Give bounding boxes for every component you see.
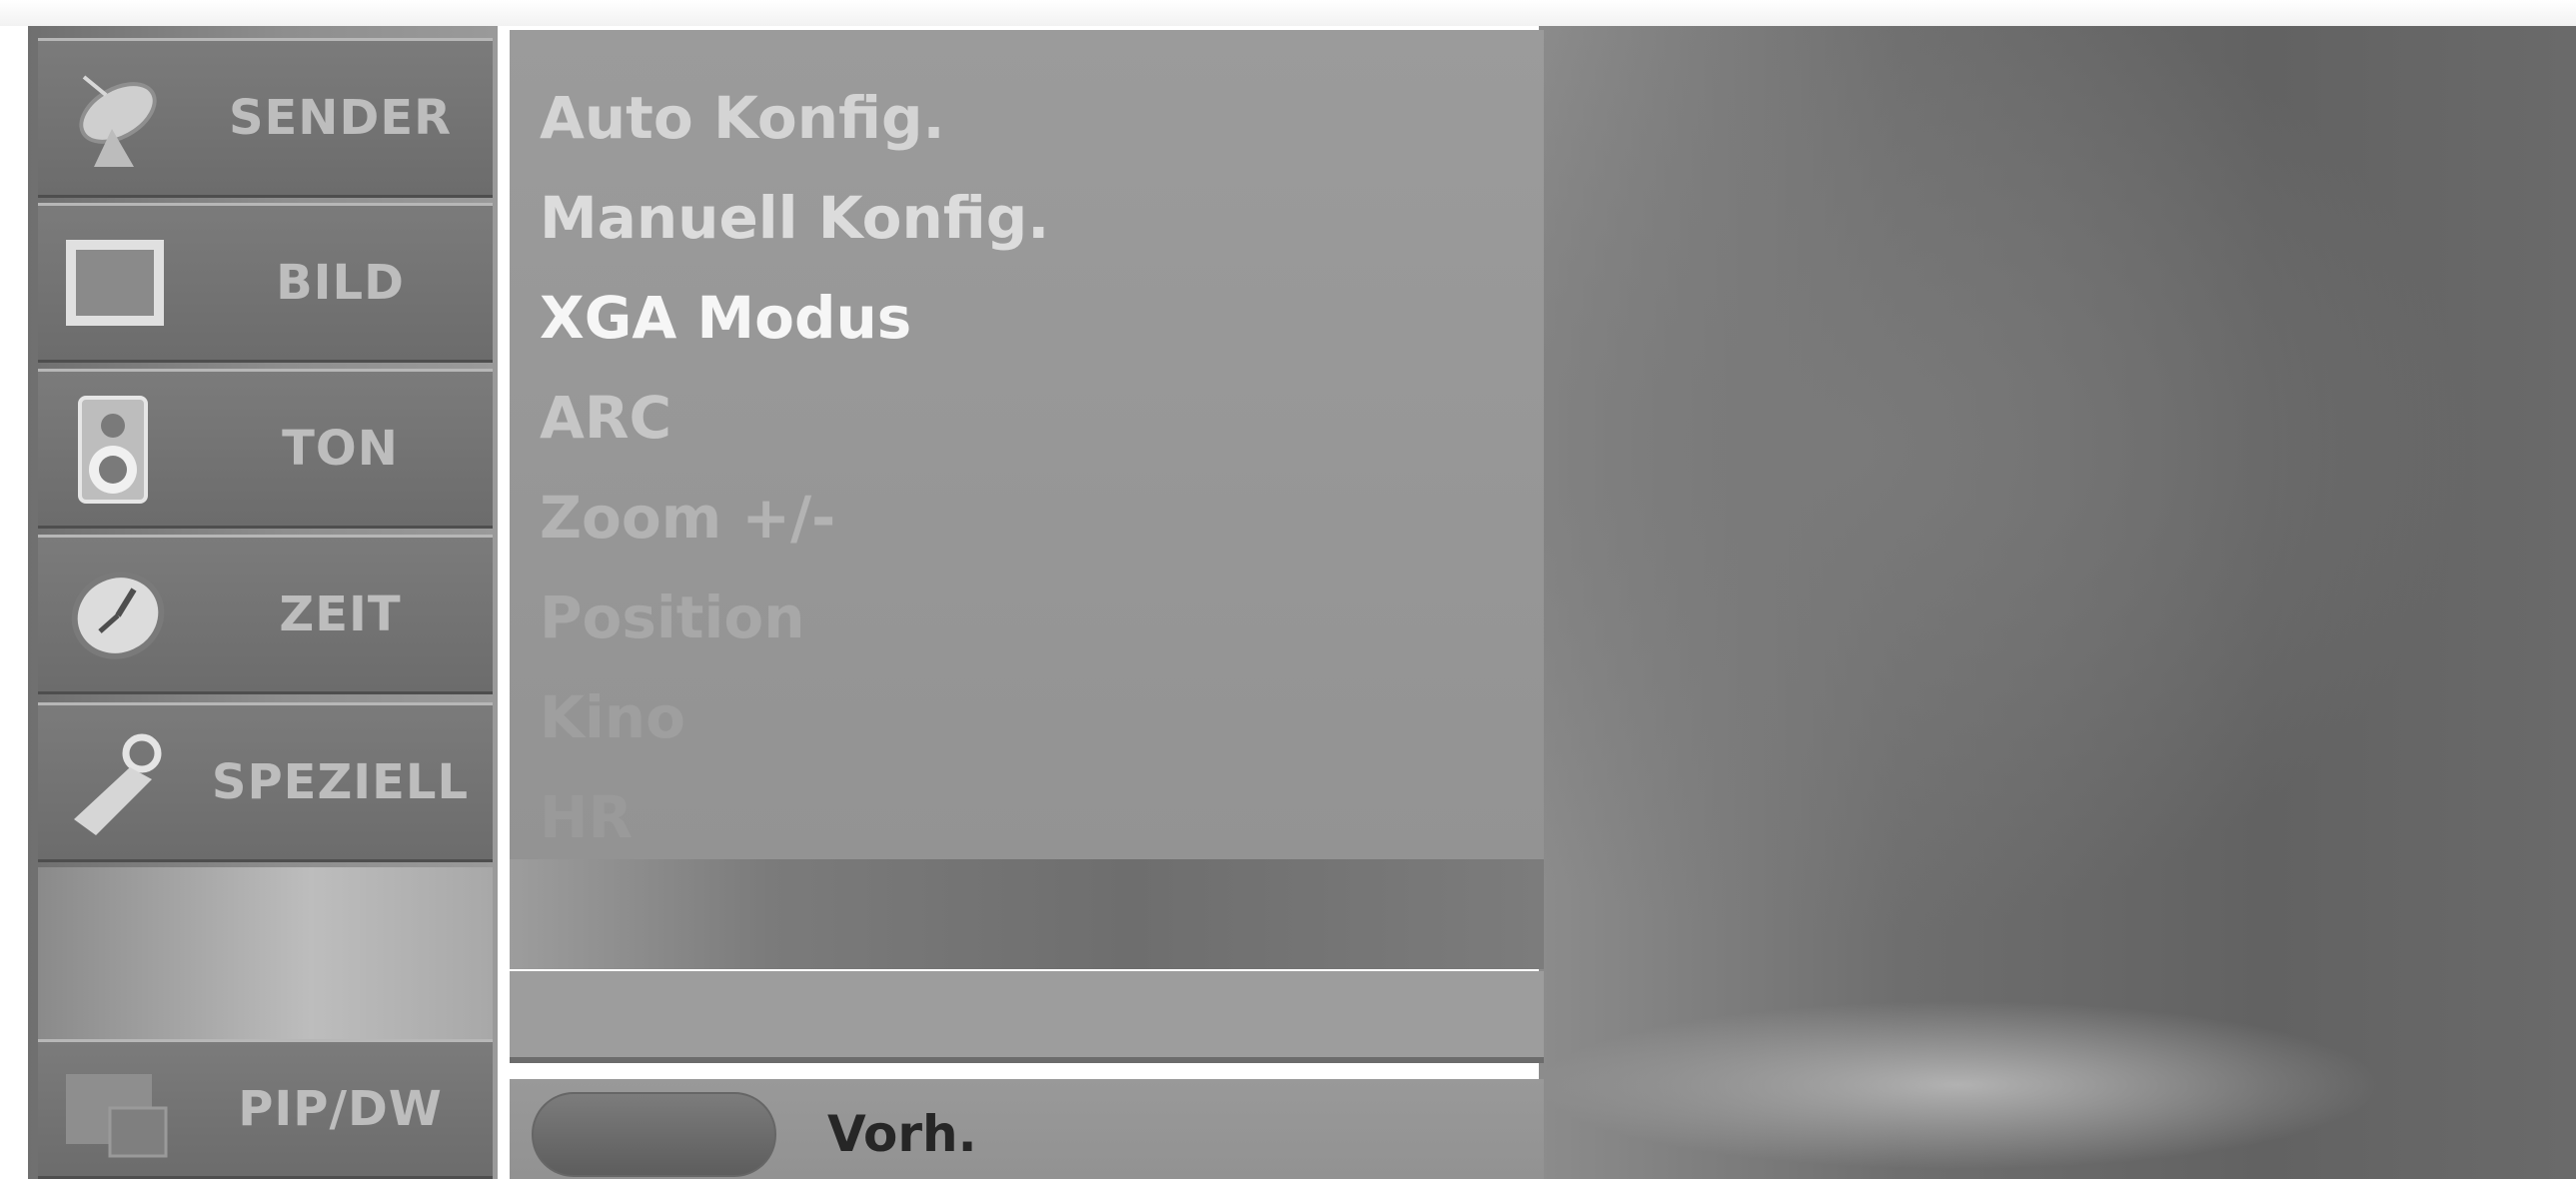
category-ton[interactable]: TON xyxy=(38,369,493,529)
submenu-item-zoom[interactable]: Zoom +/- xyxy=(540,470,835,566)
wrench-icon xyxy=(60,727,170,837)
info-bar xyxy=(510,971,1544,1063)
top-border xyxy=(0,0,2576,26)
category-label: SENDER xyxy=(228,90,453,146)
pip-icon xyxy=(60,1056,170,1166)
submenu-item-arc[interactable]: ARC xyxy=(540,370,671,466)
category-label: TON xyxy=(282,421,399,477)
screen-icon xyxy=(60,228,170,338)
submenu-item-manuell-konfig[interactable]: Manuell Konfig. xyxy=(540,170,1049,266)
clock-icon xyxy=(60,560,170,669)
submenu-item-xga-modus[interactable]: XGA Modus xyxy=(540,270,911,366)
category-label: ZEIT xyxy=(279,587,402,642)
submenu-bottom-shade xyxy=(510,859,1544,969)
category-label: PIP/DW xyxy=(238,1081,443,1137)
category-bild[interactable]: BILD xyxy=(38,203,493,363)
tv-picture-background xyxy=(1539,26,2576,1179)
category-label: SPEZIELL xyxy=(211,754,470,810)
category-pip-dw[interactable]: PIP/DW xyxy=(38,1039,493,1179)
previous-label: Vorh. xyxy=(827,1105,977,1163)
category-speziell[interactable]: SPEZIELL xyxy=(38,702,493,862)
category-sender[interactable]: SENDER xyxy=(38,38,493,198)
tv-menu-screen: SENDER BILD TON ZEIT SPEZIELL PIP/DW Aut… xyxy=(0,0,2576,1179)
satellite-dish-icon xyxy=(60,63,170,173)
category-zeit[interactable]: ZEIT xyxy=(38,535,493,694)
submenu-item-auto-konfig[interactable]: Auto Konfig. xyxy=(540,70,945,166)
submenu-item-hr[interactable]: HR xyxy=(540,769,633,865)
category-spacer xyxy=(38,867,493,1039)
submenu-item-position[interactable]: Position xyxy=(540,570,805,665)
speaker-icon xyxy=(60,394,170,504)
submenu-item-kino[interactable]: Kino xyxy=(540,669,685,765)
previous-button[interactable] xyxy=(532,1092,776,1177)
category-label: BILD xyxy=(276,255,405,311)
